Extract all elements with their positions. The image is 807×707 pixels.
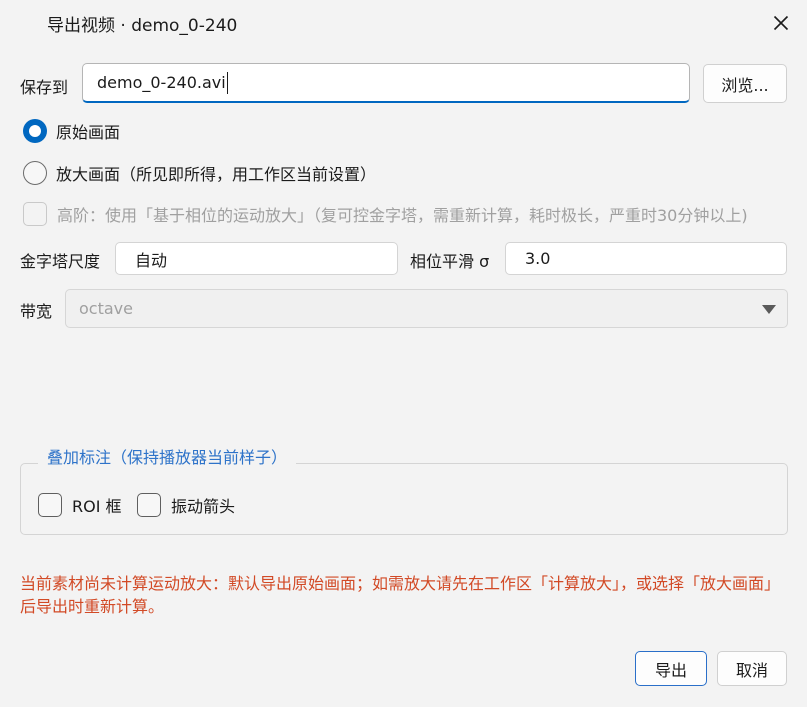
roi-box-checkbox[interactable]: ROI 框 (38, 493, 122, 517)
save-path-input[interactable]: demo_0-240.avi (82, 63, 690, 103)
advanced-phase-checkbox[interactable]: 高阶：使用「基于相位的运动放大」（复可控金字塔，需重新计算，耗时极长，严重时30… (23, 202, 748, 226)
save-path-value: demo_0-240.avi (97, 73, 226, 92)
advanced-phase-label: 高阶：使用「基于相位的运动放大」（复可控金字塔，需重新计算，耗时极长，严重时30… (57, 206, 748, 225)
overlay-group-title: 叠加标注（保持播放器当前样子） (38, 444, 297, 468)
pyramid-scale-value: 自动 (135, 250, 168, 270)
phase-smoothing-label: 相位平滑 σ (410, 252, 490, 271)
close-icon (773, 15, 789, 31)
browse-button[interactable]: 浏览... (703, 64, 787, 103)
roi-box-checkbox-box (38, 493, 62, 517)
roi-box-label: ROI 框 (72, 497, 122, 516)
radio-magnified[interactable]: 放大画面（所见即所得，用工作区当前设置） (23, 161, 376, 185)
bandwidth-label: 带宽 (20, 302, 53, 321)
phase-smoothing-value: 3.0 (525, 249, 551, 268)
radio-original-label: 原始画面 (56, 123, 121, 142)
save-to-label: 保存到 (20, 78, 69, 97)
vibration-arrow-checkbox-box (137, 493, 161, 517)
overlay-group (20, 463, 788, 535)
phase-smoothing-input[interactable]: 3.0 (505, 242, 787, 275)
advanced-phase-checkbox-box (23, 202, 47, 226)
radio-magnified-indicator (23, 161, 47, 185)
export-dialog: 导出视频 · demo_0-240 保存到 demo_0-240.avi 浏览.… (0, 0, 807, 707)
warning-message: 当前素材尚未计算运动放大：默认导出原始画面；如需放大请先在工作区「计算放大」，或… (20, 574, 781, 616)
vibration-arrow-label: 振动箭头 (171, 497, 236, 516)
close-button[interactable] (758, 4, 804, 42)
title-bar: 导出视频 · demo_0-240 (0, 0, 807, 46)
bandwidth-selected-value: octave (79, 299, 133, 318)
bandwidth-select[interactable]: octave (65, 289, 788, 328)
vibration-arrow-checkbox[interactable]: 振动箭头 (137, 493, 235, 517)
text-caret (226, 71, 228, 94)
pyramid-scale-label: 金字塔尺度 (20, 252, 101, 271)
cancel-button[interactable]: 取消 (717, 651, 787, 686)
radio-magnified-label: 放大画面（所见即所得，用工作区当前设置） (56, 165, 377, 184)
radio-original-indicator (23, 119, 47, 143)
chevron-down-icon (762, 305, 776, 314)
pyramid-scale-input[interactable]: 自动 (115, 242, 398, 275)
dialog-title: 导出视频 · demo_0-240 (47, 16, 238, 36)
export-button[interactable]: 导出 (635, 651, 707, 686)
radio-original[interactable]: 原始画面 (23, 119, 120, 143)
